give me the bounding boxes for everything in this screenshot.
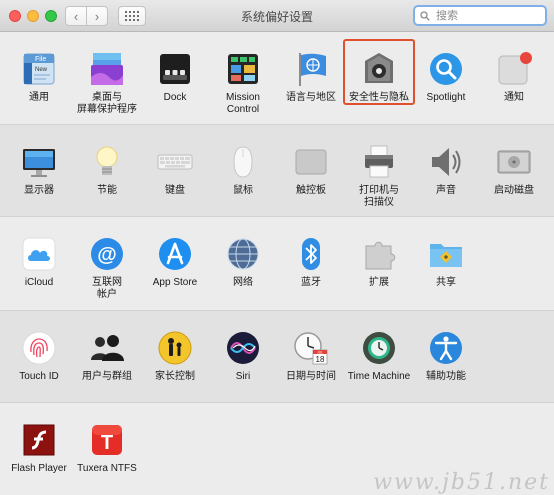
pane-accessibility[interactable]: 辅助功能 bbox=[406, 329, 486, 383]
pane-sharing[interactable]: 共享 bbox=[406, 235, 486, 289]
bluetooth-icon bbox=[292, 235, 330, 273]
notifications-icon bbox=[495, 50, 533, 88]
pane-notifications[interactable]: 通知 bbox=[474, 50, 554, 104]
tuxera-ntfs-icon: T bbox=[88, 421, 126, 459]
mouse-icon bbox=[224, 143, 262, 181]
displays-icon bbox=[20, 143, 58, 181]
trackpad-icon bbox=[292, 143, 330, 181]
watermark: www.jb51.net bbox=[373, 470, 550, 495]
section-hardware: 显示器 节能 键盘 鼠标 触控板 打印机与 扫描仪 声音 启动磁盘 bbox=[0, 124, 554, 217]
touch-id-icon bbox=[20, 329, 58, 367]
highlight-box bbox=[343, 39, 415, 105]
spotlight-icon bbox=[427, 50, 465, 88]
pane-tuxera-ntfs[interactable]: T Tuxera NTFS bbox=[67, 421, 147, 475]
svg-text:File: File bbox=[35, 56, 46, 63]
dock-icon bbox=[156, 50, 194, 88]
mission-control-icon bbox=[224, 50, 262, 88]
search-input[interactable] bbox=[434, 8, 538, 23]
toolbar: ‹ › 系统偏好设置 bbox=[0, 0, 554, 32]
pane-label: 通知 bbox=[504, 92, 524, 103]
extensions-icon bbox=[360, 235, 398, 273]
calendar-day: 18 bbox=[316, 355, 325, 364]
printers-scanners-icon bbox=[360, 143, 398, 181]
section-system: Touch ID 用户与群组 家长控制 Siri JUL 18 日期与时间 Ti… bbox=[0, 310, 554, 403]
general-icon: File New bbox=[20, 50, 58, 88]
app-store-icon bbox=[156, 235, 194, 273]
network-icon bbox=[224, 235, 262, 273]
pane-label: Tuxera NTFS bbox=[77, 463, 137, 474]
pane-startup-disk[interactable]: 启动磁盘 bbox=[474, 143, 554, 197]
energy-saver-icon bbox=[88, 143, 126, 181]
siri-icon bbox=[224, 329, 262, 367]
accessibility-icon bbox=[427, 329, 465, 367]
language-region-icon bbox=[292, 50, 330, 88]
date-time-icon: JUL 18 bbox=[292, 329, 330, 367]
desktop-screensaver-icon bbox=[88, 50, 126, 88]
pane-label: 辅助功能 bbox=[426, 371, 466, 382]
users-groups-icon bbox=[88, 329, 126, 367]
startup-disk-icon bbox=[495, 143, 533, 181]
sharing-icon bbox=[427, 235, 465, 273]
tuxera-letter: T bbox=[101, 432, 113, 454]
pane-label: 启动磁盘 bbox=[494, 185, 534, 196]
section-personal: File New 通用 桌面与 屏幕保护程序 Dock Mission Cont… bbox=[0, 32, 554, 124]
pane-label: 共享 bbox=[436, 277, 456, 288]
keyboard-icon bbox=[156, 143, 194, 181]
sound-icon bbox=[427, 143, 465, 181]
section-internet-wireless: iCloud @ 互联网 帐户 App Store 网络 蓝牙 扩展 共享 bbox=[0, 217, 554, 310]
internet-accounts-icon: @ bbox=[88, 235, 126, 273]
icloud-icon bbox=[20, 235, 58, 273]
parental-controls-icon bbox=[156, 329, 194, 367]
calendar-month: JUL bbox=[317, 350, 323, 354]
search-icon bbox=[420, 10, 430, 21]
svg-text:@: @ bbox=[97, 244, 117, 266]
svg-text:New: New bbox=[35, 67, 48, 73]
search-field[interactable] bbox=[413, 5, 547, 26]
time-machine-icon bbox=[360, 329, 398, 367]
flash-player-icon bbox=[20, 421, 58, 459]
